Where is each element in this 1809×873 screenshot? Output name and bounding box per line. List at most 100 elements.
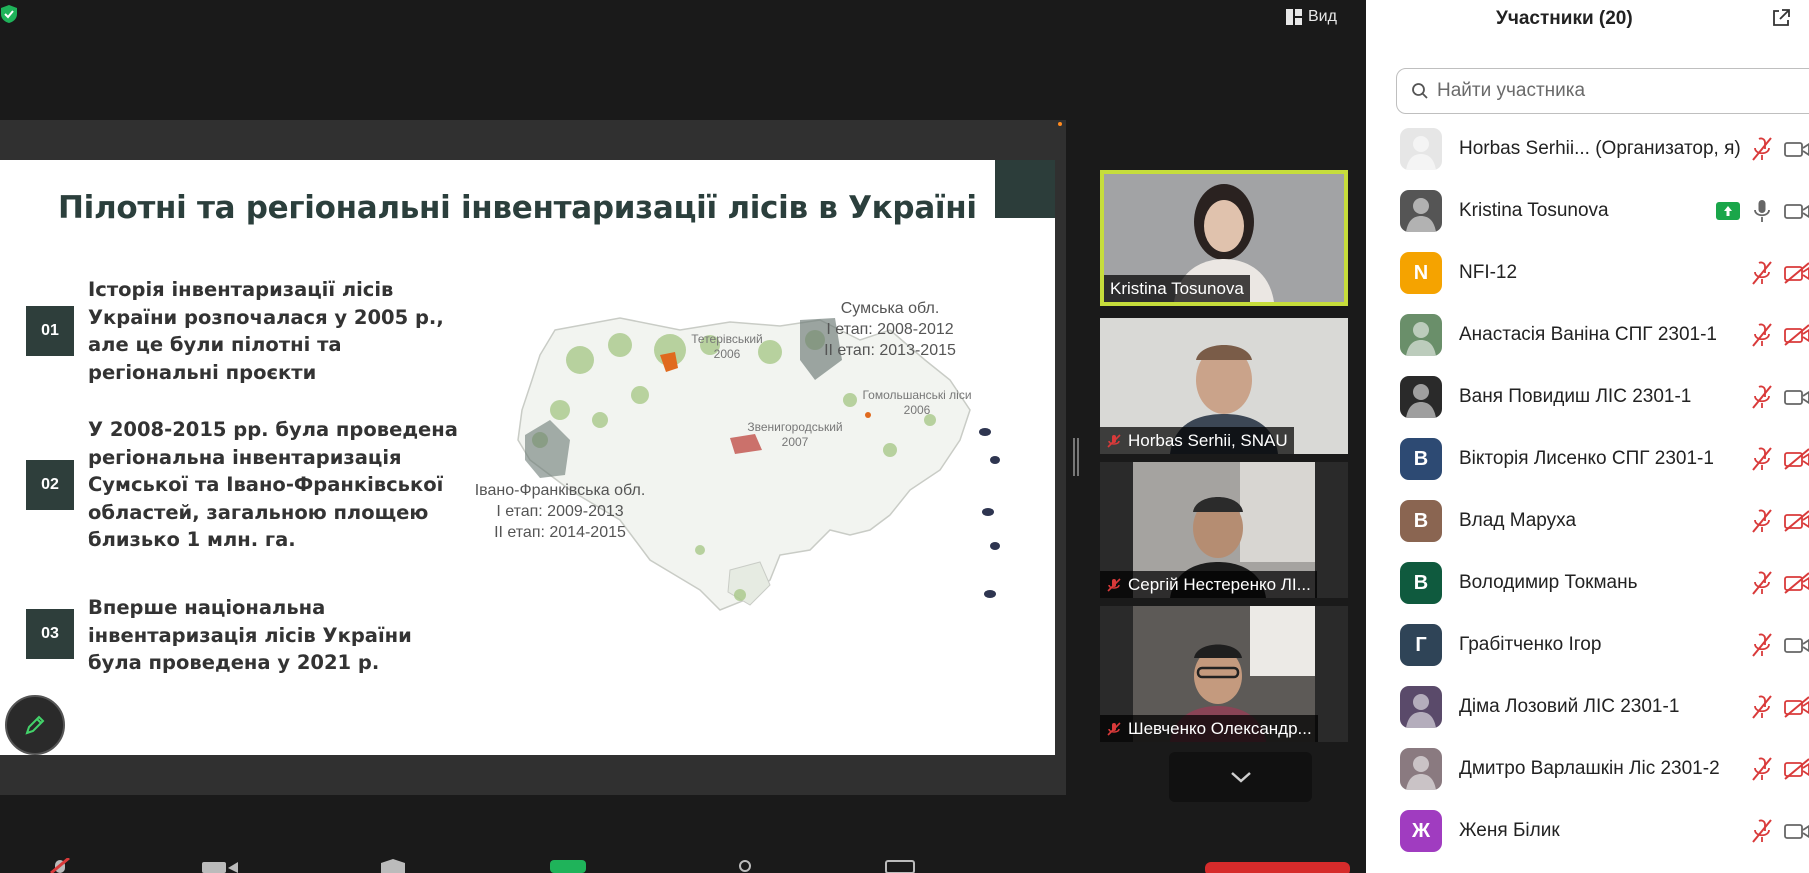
participant-row[interactable]: В Вікторія Лисенко СПГ 2301-1 bbox=[1366, 428, 1809, 490]
participant-name: NFI-12 bbox=[1459, 262, 1518, 283]
video-tile-kristina[interactable]: Kristina Tosunova bbox=[1100, 170, 1348, 306]
chevron-down-icon bbox=[1230, 772, 1251, 783]
meeting-area: Вид Пілотні та регіональні інвентаризаці… bbox=[0, 0, 1366, 873]
security-shield-icon[interactable] bbox=[0, 4, 18, 24]
video-off-icon[interactable] bbox=[1784, 572, 1809, 594]
participant-name: Влад Маруха bbox=[1459, 510, 1577, 531]
participant-name: Діма Лозовий ЛІС 2301-1 bbox=[1459, 696, 1680, 717]
participants-icon[interactable] bbox=[730, 858, 760, 873]
video-off-icon[interactable] bbox=[1784, 448, 1809, 470]
video-name-tag: Шевченко Олександр... bbox=[1100, 715, 1318, 742]
avatar-photo bbox=[1406, 384, 1436, 418]
annotate-button[interactable] bbox=[5, 695, 65, 755]
video-off-icon[interactable] bbox=[1784, 262, 1809, 284]
popout-icon[interactable] bbox=[1771, 8, 1791, 28]
video-camera-icon[interactable] bbox=[200, 858, 240, 873]
mic-icon[interactable] bbox=[1750, 198, 1774, 224]
shared-slide: Пілотні та регіональні інвентаризації лі… bbox=[0, 160, 1055, 755]
participant-row[interactable]: В Влад Маруха bbox=[1366, 490, 1809, 552]
muted-mic-icon[interactable] bbox=[1750, 632, 1774, 658]
video-tile-nesterenko[interactable]: Сергій Нестеренко ЛІ... bbox=[1100, 462, 1348, 598]
map-label-ivano-frankivsk: Івано-Франківська обл. І етап: 2009-2013… bbox=[474, 482, 646, 541]
participant-row[interactable]: В Володимир Токмань bbox=[1366, 552, 1809, 614]
participant-row[interactable]: N NFI-12 bbox=[1366, 242, 1809, 304]
participant-name: Женя Білик bbox=[1459, 820, 1560, 841]
muted-mic-icon[interactable] bbox=[1750, 136, 1774, 162]
participant-name: Грабітченко Ігор bbox=[1459, 634, 1602, 655]
map-label-zvenyhorod: Звенигородський 2007 bbox=[747, 420, 843, 449]
panel-title: Участники (20) bbox=[1496, 8, 1633, 29]
point-text-03: Вперше національна інвентаризація лісів … bbox=[88, 596, 412, 674]
security-icon[interactable] bbox=[378, 858, 408, 873]
video-name-tag: Сергій Нестеренко ЛІ... bbox=[1100, 571, 1317, 598]
muted-mic-icon bbox=[1107, 577, 1121, 592]
slide-corner-decoration bbox=[995, 160, 1055, 218]
video-icon[interactable] bbox=[1784, 386, 1809, 408]
participant-avatar: В bbox=[1400, 438, 1442, 480]
muted-mic-icon[interactable] bbox=[1750, 570, 1774, 596]
chat-icon[interactable] bbox=[885, 858, 915, 873]
video-tile-shevchenko[interactable]: Шевченко Олександр... bbox=[1100, 606, 1348, 742]
avatar-photo bbox=[1406, 198, 1436, 232]
point-number-03: 03 bbox=[26, 609, 74, 659]
map-label-teteriv: Тетерівський 2006 bbox=[691, 332, 763, 361]
muted-mic-icon bbox=[1107, 433, 1121, 448]
end-meeting-button[interactable] bbox=[1205, 858, 1350, 873]
participant-search-input[interactable] bbox=[1437, 80, 1767, 102]
participant-row[interactable]: Г Грабітченко Ігор bbox=[1366, 614, 1809, 676]
muted-mic-icon[interactable] bbox=[1750, 446, 1774, 472]
participant-row[interactable]: Ж Женя Білик bbox=[1366, 800, 1809, 862]
point-text-01: Історія інвентаризації лісів України роз… bbox=[88, 278, 444, 384]
participant-row[interactable]: Horbas Serhii... (Организатор, я) bbox=[1366, 118, 1809, 180]
participant-avatar: Ж bbox=[1400, 810, 1442, 852]
video-icon[interactable] bbox=[1784, 200, 1809, 222]
participants-panel: Участники (20) Horbas Serhii... (Организ… bbox=[1366, 0, 1809, 873]
muted-mic-icon[interactable] bbox=[1750, 322, 1774, 348]
participant-row[interactable]: Анастасія Ваніна СПГ 2301-1 bbox=[1366, 304, 1809, 366]
participant-name: Анастасія Ваніна СПГ 2301-1 bbox=[1459, 324, 1717, 345]
muted-mic-icon[interactable] bbox=[1750, 508, 1774, 534]
ukraine-forest-map: Сумська обл. І етап: 2008-2012 ІІ етап: … bbox=[470, 300, 1010, 640]
video-off-icon[interactable] bbox=[1784, 324, 1809, 346]
muted-mic-icon[interactable] bbox=[1750, 384, 1774, 410]
participant-row[interactable]: Kristina Tosunova bbox=[1366, 180, 1809, 242]
participant-avatar bbox=[1400, 314, 1442, 356]
point-number-01: 01 bbox=[26, 306, 74, 356]
muted-mic-icon[interactable] bbox=[1750, 260, 1774, 286]
participant-name: Ваня Повидиш ЛІС 2301-1 bbox=[1459, 386, 1692, 407]
video-off-icon[interactable] bbox=[1784, 758, 1809, 780]
participant-name: Kristina Tosunova bbox=[1459, 200, 1609, 221]
participant-row[interactable]: Дмитро Варлашкін Ліс 2301-2 bbox=[1366, 738, 1809, 800]
participant-row[interactable]: Ваня Повидиш ЛІС 2301-1 bbox=[1366, 366, 1809, 428]
share-screen-icon[interactable] bbox=[550, 858, 586, 873]
participant-row[interactable]: Діма Лозовий ЛІС 2301-1 bbox=[1366, 676, 1809, 738]
view-button[interactable]: Вид bbox=[1286, 6, 1337, 28]
avatar-photo bbox=[1406, 136, 1436, 170]
share-indicator-dot bbox=[1058, 122, 1062, 126]
participant-avatar: В bbox=[1400, 562, 1442, 604]
more-videos-button[interactable] bbox=[1169, 752, 1312, 802]
search-icon bbox=[1412, 83, 1428, 99]
participant-search[interactable] bbox=[1396, 68, 1809, 114]
video-off-icon[interactable] bbox=[1784, 696, 1809, 718]
participant-name: Дмитро Варлашкін Ліс 2301-2 bbox=[1459, 758, 1720, 779]
video-tile-horbas[interactable]: Horbas Serhii, SNAU bbox=[1100, 318, 1348, 454]
point-text-02: У 2008-2015 рр. була проведена регіональ… bbox=[88, 418, 458, 551]
video-icon[interactable] bbox=[1784, 634, 1809, 656]
resize-handle[interactable] bbox=[1073, 438, 1079, 476]
video-icon[interactable] bbox=[1784, 820, 1809, 842]
muted-mic-icon[interactable] bbox=[1750, 694, 1774, 720]
video-name-tag: Horbas Serhii, SNAU bbox=[1100, 427, 1294, 454]
pencil-icon bbox=[25, 715, 45, 735]
muted-mic-icon[interactable] bbox=[1750, 818, 1774, 844]
mute-mic-icon[interactable] bbox=[45, 858, 75, 873]
avatar-photo bbox=[1406, 756, 1436, 790]
participant-avatar bbox=[1400, 686, 1442, 728]
avatar-photo bbox=[1406, 322, 1436, 356]
participant-name: Володимир Токмань bbox=[1459, 572, 1638, 593]
video-off-icon[interactable] bbox=[1784, 510, 1809, 532]
view-button-label: Вид bbox=[1308, 8, 1337, 25]
video-icon[interactable] bbox=[1784, 138, 1809, 160]
muted-mic-icon[interactable] bbox=[1750, 756, 1774, 782]
sharing-screen-icon bbox=[1716, 202, 1740, 220]
